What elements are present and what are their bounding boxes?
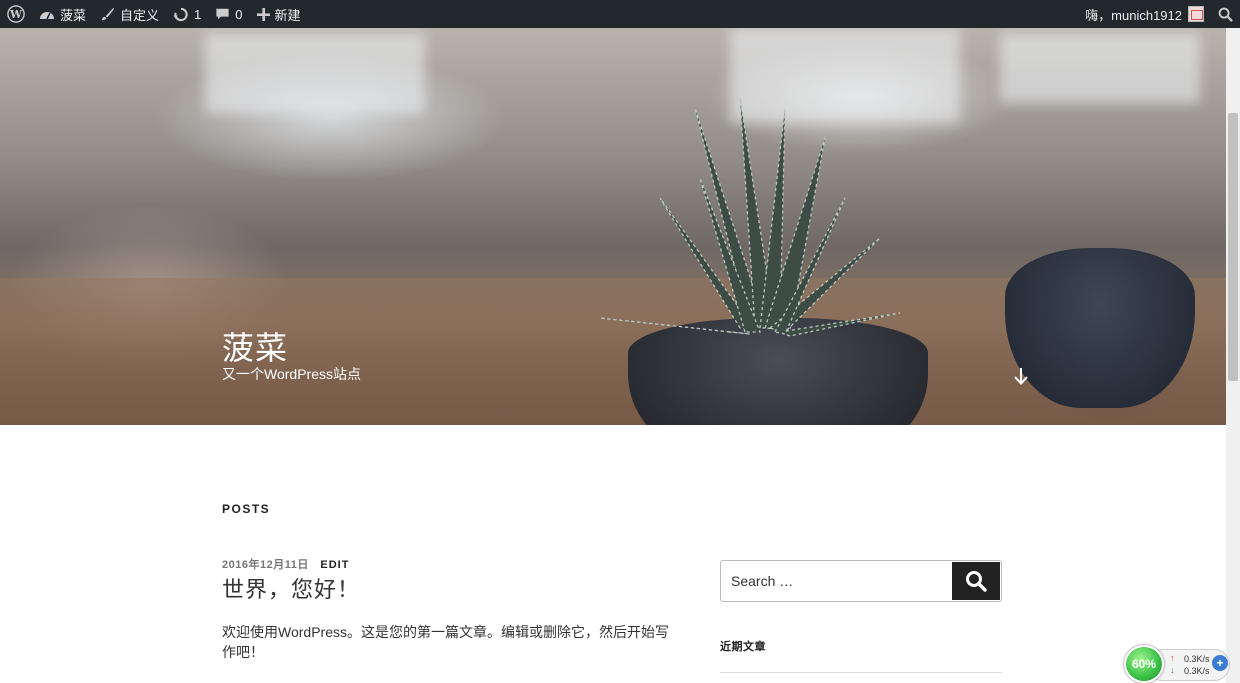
accelerate-plus-icon[interactable]: +: [1212, 655, 1228, 671]
posts-heading: POSTS: [222, 502, 271, 516]
post-title-link[interactable]: 世界，您好！: [222, 572, 360, 604]
account-menu[interactable]: 嗨，munich1912: [1078, 0, 1211, 28]
upload-arrow-icon: ↑: [1170, 653, 1175, 663]
post-date-link[interactable]: 2016年12月11日: [222, 559, 309, 571]
search-icon: [1218, 7, 1233, 22]
background-plant-pot: [1005, 248, 1195, 408]
site-name-menu[interactable]: 菠菜: [32, 0, 93, 28]
post-excerpt: 欢迎使用WordPress。这是您的第一篇文章。编辑或删除它，然后开始写作吧！: [222, 624, 669, 660]
succulent-plant-illustration: [599, 97, 901, 337]
customize-label: 自定义: [120, 7, 160, 23]
avatar: [1188, 6, 1204, 22]
post-meta: 2016年12月11日 EDIT: [222, 556, 349, 572]
download-arrow-icon: ↓: [1170, 665, 1175, 675]
plus-icon: [256, 7, 270, 21]
memory-usage-ball[interactable]: 60%: [1124, 645, 1164, 683]
admin-bar: W 菠菜 自定义 1 0 新建 嗨，munich1912: [0, 0, 1240, 28]
comments-count: 0: [235, 6, 243, 22]
paintbrush-icon: [101, 7, 115, 20]
wordpress-logo-menu[interactable]: W: [0, 0, 32, 28]
search-submit-button[interactable]: [952, 562, 1000, 600]
window-light: [1000, 33, 1200, 103]
widget-divider: [720, 672, 1002, 673]
custom-header: 菠菜 又一个WordPress站点: [0, 28, 1226, 425]
page-scrollbar[interactable]: [1226, 28, 1240, 683]
network-monitor-widget[interactable]: 60% ↑ 0.3K/s ↓ 0.3K/s +: [1124, 645, 1232, 683]
new-content-menu[interactable]: 新建: [250, 0, 308, 28]
window-light: [205, 33, 425, 113]
adminbar-search[interactable]: [1211, 0, 1240, 28]
dashboard-icon: [40, 12, 54, 20]
account-greeting: 嗨，munich1912: [1085, 7, 1182, 23]
scrollbar-thumb[interactable]: [1228, 113, 1238, 381]
sidebar-search-form: [720, 560, 1002, 602]
search-icon: [966, 571, 987, 592]
customize-link[interactable]: 自定义: [93, 0, 166, 28]
scroll-down-button[interactable]: [1011, 366, 1031, 391]
new-content-label: 新建: [274, 7, 301, 23]
recent-posts-title: 近期文章: [720, 641, 766, 653]
updates-icon: [173, 7, 188, 21]
upload-rate: 0.3K/s: [1184, 654, 1210, 664]
updates-link[interactable]: 1: [166, 0, 208, 28]
updates-count: 1: [194, 6, 202, 22]
comments-link[interactable]: 0: [208, 0, 249, 28]
svg-text:W: W: [9, 8, 23, 21]
site-title[interactable]: 菠菜: [222, 323, 288, 369]
wordpress-icon: W: [7, 5, 25, 23]
search-input[interactable]: [721, 561, 951, 601]
arrow-down-icon: [1014, 368, 1028, 385]
site-description: 又一个WordPress站点: [222, 366, 361, 382]
site-name-label: 菠菜: [60, 7, 87, 23]
edit-post-link[interactable]: EDIT: [320, 559, 349, 571]
comment-icon: [216, 8, 229, 20]
download-rate: 0.3K/s: [1184, 666, 1210, 676]
